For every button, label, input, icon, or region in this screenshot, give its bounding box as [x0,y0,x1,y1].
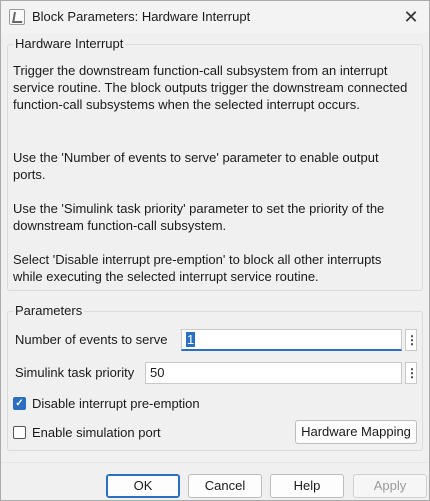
window-title: Block Parameters: Hardware Interrupt [32,9,251,24]
dialog-window: Block Parameters: Hardware Interrupt ✕ H… [0,0,430,501]
footer-divider [1,462,429,463]
description-paragraph-3: Use the 'Simulink task priority' paramet… [13,201,385,233]
description-paragraph-2: Use the 'Number of events to serve' para… [13,150,379,182]
description-paragraph-1: Trigger the downstream function-call sub… [13,63,408,112]
num-events-menu-icon[interactable]: ⋮ [405,329,418,351]
priority-menu-icon[interactable]: ⋮ [405,362,418,384]
cancel-button[interactable]: Cancel [188,474,262,498]
description-group-title: Hardware Interrupt [13,36,126,51]
ok-button[interactable]: OK [106,474,180,498]
description-paragraph-4: Select 'Disable interrupt pre-emption' t… [13,252,382,284]
block-parameters-app-icon [9,9,25,25]
priority-input[interactable]: 50 [145,362,402,384]
parameters-group-title: Parameters [13,303,85,318]
num-events-value: 1 [186,332,196,347]
close-button[interactable]: ✕ [397,4,425,30]
num-events-label: Number of events to serve [15,332,168,347]
hardware-mapping-button[interactable]: Hardware Mapping [295,420,417,444]
priority-label: Simulink task priority [15,365,135,380]
disable-preemption-checkbox[interactable]: ✓ [13,397,26,410]
enable-sim-port-checkbox[interactable] [13,426,26,439]
apply-button[interactable]: Apply [353,474,427,498]
title-bar[interactable]: Block Parameters: Hardware Interrupt ✕ [1,1,429,33]
num-events-input[interactable]: 1 [181,329,402,351]
help-button[interactable]: Help [270,474,344,498]
disable-preemption-label[interactable]: Disable interrupt pre-emption [32,396,200,411]
priority-value: 50 [150,365,165,380]
enable-sim-port-label[interactable]: Enable simulation port [32,425,161,440]
